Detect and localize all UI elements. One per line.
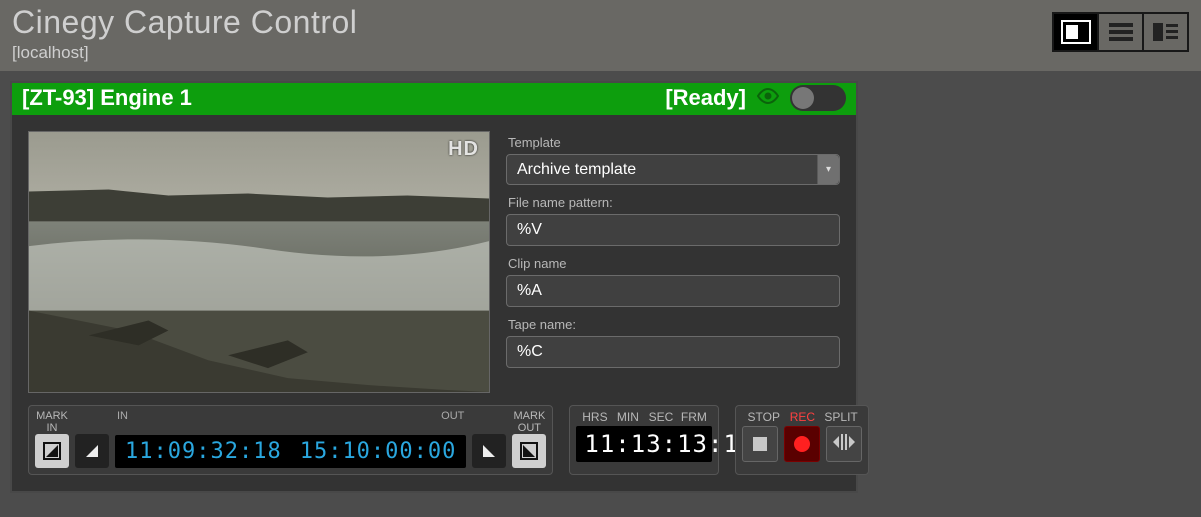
mark-in-label: MARK IN (35, 410, 69, 434)
capture-form: Template Archive template ▾ File name pa… (506, 131, 840, 393)
app-title: Cinegy Capture Control (12, 4, 357, 41)
tc-min-label: MIN (611, 410, 644, 424)
template-select-wrap: Archive template ▾ (506, 154, 840, 185)
mark-out-set-icon (479, 441, 499, 461)
list-view-button[interactable] (1098, 13, 1143, 51)
clip-label: Clip name (508, 256, 840, 271)
tc-frm-label: FRM (677, 410, 710, 424)
template-label: Template (508, 135, 840, 150)
engine-name: [ZT-93] Engine 1 (22, 85, 192, 111)
tc-hrs-label: HRS (578, 410, 611, 424)
mark-in-set-button[interactable] (75, 434, 109, 468)
in-timecode: 11:09:32:18 (125, 439, 282, 464)
record-button[interactable] (784, 426, 820, 462)
engine-body: HD Template Archive template ▾ File name… (12, 115, 856, 397)
preview-image (29, 132, 489, 392)
stop-button[interactable] (742, 426, 778, 462)
mark-in-clear-button[interactable] (35, 434, 69, 468)
header-left: Cinegy Capture Control [localhost] (12, 4, 357, 63)
stop-label: STOP (744, 410, 783, 424)
in-label: IN (117, 410, 128, 422)
record-icon (794, 436, 810, 452)
pattern-label: File name pattern: (508, 195, 840, 210)
mark-out-label: MARK OUT (512, 410, 546, 434)
split-label: SPLIT (822, 410, 861, 424)
engine-footer: MARK IN IN OUT MARK OUT (12, 397, 856, 491)
app-header: Cinegy Capture Control [localhost] (0, 0, 1201, 71)
video-preview: HD (28, 131, 490, 393)
current-timecode: 11:13:13:12 (576, 426, 712, 462)
split-button[interactable] (826, 426, 862, 462)
engine-status: [Ready] (665, 85, 746, 111)
toggle-knob (792, 87, 814, 109)
mark-out-set-button[interactable] (472, 434, 506, 468)
card-area: [ZT-93] Engine 1 [Ready] (0, 71, 1201, 503)
rec-label: REC (783, 410, 822, 424)
engine-card: [ZT-93] Engine 1 [Ready] (10, 81, 858, 493)
single-view-icon (1061, 20, 1091, 44)
clip-field[interactable] (506, 275, 840, 307)
mark-in-clear-icon (42, 441, 62, 461)
preview-toggle-button[interactable] (756, 86, 780, 110)
tc-sec-label: SEC (644, 410, 677, 424)
mark-in-set-icon (82, 441, 102, 461)
tape-label: Tape name: (508, 317, 840, 332)
engine-toggle[interactable] (790, 85, 846, 111)
mark-panel: MARK IN IN OUT MARK OUT (28, 405, 553, 475)
tape-field[interactable] (506, 336, 840, 368)
view-switcher (1052, 12, 1189, 52)
template-select[interactable]: Archive template (506, 154, 840, 185)
eye-icon (756, 84, 780, 113)
transport-panel: STOP REC SPLIT (735, 405, 869, 475)
detail-view-icon (1151, 20, 1181, 44)
app-host: [localhost] (12, 43, 357, 63)
split-icon (833, 432, 855, 457)
detail-view-button[interactable] (1143, 13, 1188, 51)
pattern-field[interactable] (506, 214, 840, 246)
engine-header-right: [Ready] (665, 85, 846, 111)
out-timecode: 15:10:00:00 (300, 439, 457, 464)
engine-header: [ZT-93] Engine 1 [Ready] (12, 83, 856, 115)
hd-badge-icon: HD (448, 138, 479, 161)
out-label: OUT (441, 410, 464, 422)
timecode-panel: HRS MIN SEC FRM 11:13:13:12 (569, 405, 719, 475)
stop-icon (753, 437, 767, 451)
list-view-icon (1106, 20, 1136, 44)
mark-out-clear-button[interactable] (512, 434, 546, 468)
mark-out-clear-icon (519, 441, 539, 461)
single-view-button[interactable] (1053, 13, 1098, 51)
mark-tc-box: 11:09:32:18 15:10:00:00 (115, 435, 466, 468)
